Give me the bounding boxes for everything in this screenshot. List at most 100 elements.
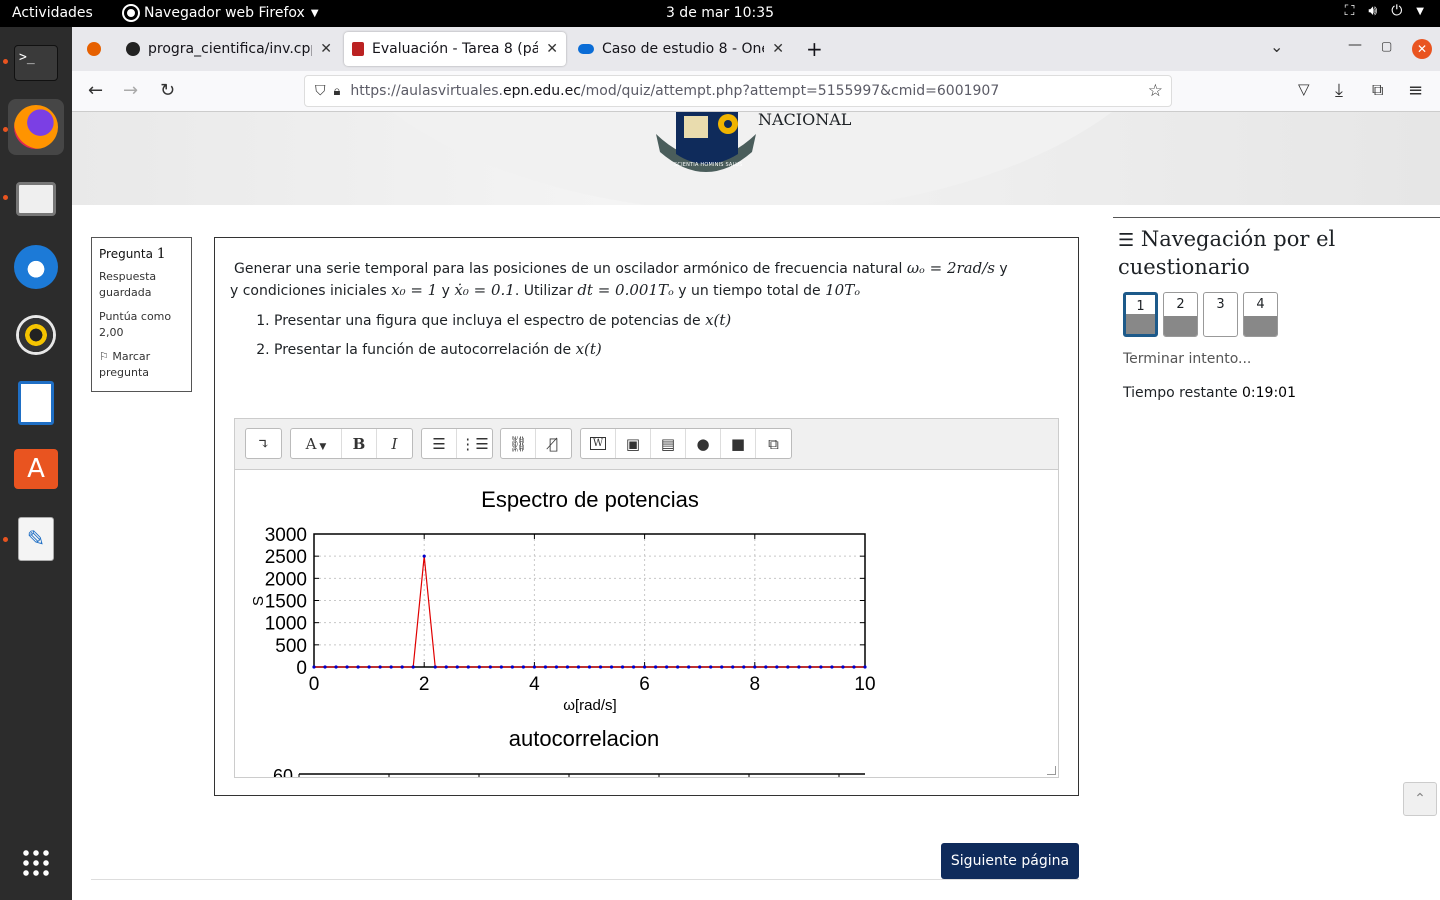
italic-icon: I [391,434,398,453]
word-equation-icon: W [589,437,607,450]
network-icon: ⛶ [1344,3,1355,19]
quiz-nav-number: 3 [1216,297,1225,312]
data-point [742,665,746,669]
bookmark-star-icon[interactable]: ☆ [1148,81,1163,101]
record-audio-button[interactable]: ● [686,429,721,458]
caret-down-icon: ▼ [310,7,319,19]
image-button[interactable]: ▣ [616,429,651,458]
data-point [643,665,647,669]
dock-thunderbird[interactable] [8,239,64,295]
data-point [830,665,834,669]
back-to-top-button[interactable]: ⌃ [1403,782,1437,816]
dock-rhythmbox[interactable] [8,307,64,363]
flag-icon: ⚐ [99,350,109,363]
editor-content[interactable]: Espectro de potencias 0 2 4 6 8 10 0 500 1000 150… [235,471,1058,777]
data-point [543,665,548,669]
bold-icon: B [352,434,366,453]
close-tab-icon[interactable]: ✕ [320,41,332,57]
y-tick-label: 500 [275,636,307,657]
chart-ticks: 0 2 4 6 8 10 050010001500200025003000 [265,525,876,695]
record-video-button[interactable]: ■ [721,429,756,458]
url-bar[interactable]: ⛉ 🔒︎ https://aulasvirtuales.epn.edu.ec/m… [304,75,1172,107]
app-name: Navegador web Firefox [144,5,305,21]
data-point [334,665,338,669]
close-window-icon[interactable]: ✕ [1412,39,1432,59]
data-point [620,665,625,669]
data-point [312,665,316,669]
data-point [521,665,525,669]
app-menu[interactable]: Navegador web Firefox ▼ [124,5,319,21]
data-point [819,665,823,669]
media-button[interactable]: ▤ [651,429,686,458]
data-point [731,665,735,669]
dock-firefox[interactable] [8,99,64,155]
series-line [314,556,865,668]
manage-files-button[interactable]: ⧉ [756,429,791,458]
quiz-nav-button-4[interactable]: 4 [1243,292,1278,337]
quiz-nav-number: 4 [1256,297,1265,312]
close-tab-icon[interactable]: ✕ [546,41,558,57]
maximize-icon[interactable]: ▢ [1381,39,1392,53]
back-icon[interactable]: ← [88,80,103,101]
menu-icon[interactable]: ≡ [1408,80,1423,101]
unlink-button[interactable]: ⛓̸ [536,429,571,458]
close-tab-icon[interactable]: ✕ [772,41,784,57]
reload-icon[interactable]: ↻ [160,80,175,101]
data-point [797,665,801,669]
x-tick-label: 10 [854,674,875,695]
italic-button[interactable]: I [377,429,412,458]
quiz-nav-button-2[interactable]: 2 [1163,292,1198,337]
next-page-button[interactable]: Siguiente página [941,843,1079,879]
show-more-button[interactable]: ↴ [246,429,281,458]
dock-files[interactable] [8,171,64,227]
equation-button[interactable]: W [581,429,616,458]
dock-text-editor[interactable]: ✎ [8,511,64,567]
minimize-icon[interactable]: — [1348,37,1362,53]
dock-terminal[interactable]: >_ [8,35,64,91]
paragraph-style-button[interactable]: A ▼ [291,429,342,458]
data-point [400,665,404,669]
tab-title: Evaluación - Tarea 8 (pági [372,41,539,57]
tab-onedrive[interactable]: Caso de estudio 8 - OneD ✕ [570,32,792,66]
y-tick-label: 1000 [265,614,307,635]
activities-button[interactable]: Actividades [12,5,93,21]
logo-motto: SCIENTIA HOMINIS SALUS [674,162,743,168]
tab-bar: progra_cientifica/inv.cpp ✕ Evaluación -… [72,27,1440,71]
url-host: epn.edu.ec [502,83,581,99]
dock-software[interactable]: A [8,441,64,497]
download-icon[interactable]: ⤓ [1335,80,1343,101]
y-tick-label: 2500 [265,547,307,568]
folder-icon [16,182,56,216]
data-point [665,665,669,669]
toolbar-group: W ▣ ▤ ● ■ ⧉ [580,428,792,459]
toolbar-group: ↴ [245,428,282,459]
extensions-icon[interactable]: ⧉ [1372,80,1383,100]
new-tab-button[interactable]: + [798,32,828,66]
ordered-list-button[interactable]: ⋮☰ [457,429,492,458]
quiz-nav-button-1[interactable]: 1 [1123,292,1158,337]
chart-series [312,554,867,669]
quiz-nav-button-3[interactable]: 3 [1203,292,1238,337]
time-remaining: Tiempo restante 0:19:01 [1123,385,1296,401]
x-tick-label: 8 [750,674,761,695]
finish-attempt-link[interactable]: Terminar intento... [1123,351,1251,367]
tab-list-icon[interactable]: ⌄ [1270,37,1283,56]
forward-icon[interactable]: → [123,80,138,101]
quiz-nav-number: 2 [1176,297,1185,312]
rhythmbox-icon [16,315,56,355]
pocket-icon[interactable]: ▽ [1298,80,1310,98]
firefox-view-button[interactable] [78,32,112,66]
bold-button[interactable]: B [342,429,377,458]
volume-icon: 🔊︎ [1368,3,1378,19]
question-info: Pregunta 1 Respuesta guardada Puntúa com… [91,237,192,392]
dock-writer[interactable] [8,375,64,431]
tab-evaluacion[interactable]: Evaluación - Tarea 8 (pági ✕ [344,32,566,66]
tab-github[interactable]: progra_cientifica/inv.cpp ✕ [118,32,340,66]
show-apps-button[interactable] [8,835,64,891]
link-button[interactable]: ⛓ [501,429,536,458]
resize-handle[interactable] [1047,766,1056,775]
flag-question-link[interactable]: ⚐ Marcar pregunta [99,349,184,381]
unordered-list-button[interactable]: ☰ [422,429,457,458]
chart-title: Espectro de potencias [481,487,699,512]
system-tray[interactable]: ⛶ 🔊︎ ⏻ ▼ [1345,3,1424,19]
